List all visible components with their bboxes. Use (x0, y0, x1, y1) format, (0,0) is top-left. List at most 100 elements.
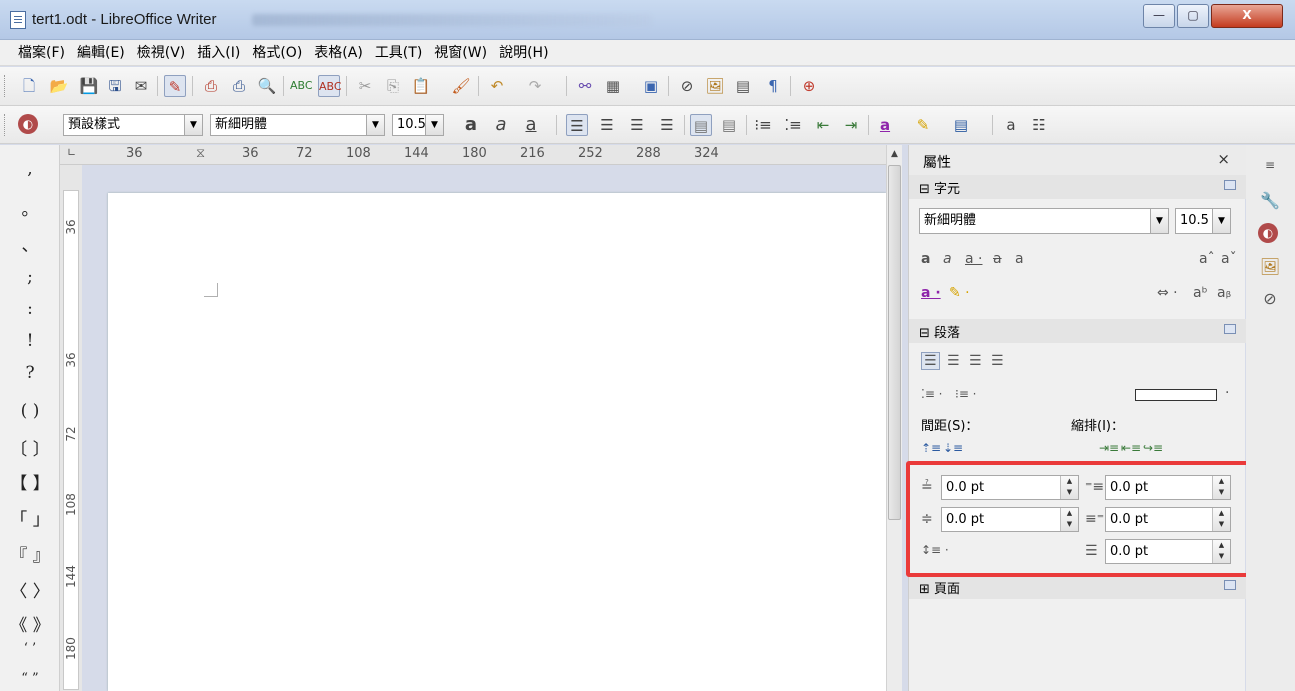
char-double-quotes[interactable]: “ ” (0, 671, 60, 686)
horizontal-ruler[interactable]: ∟ 36 ⧖ 36 72 108 144 180 216 252 288 324 (60, 145, 886, 165)
paste-icon[interactable]: 📋 (410, 75, 432, 97)
align-center-icon[interactable]: ☰ (596, 114, 618, 136)
font-name-combo[interactable]: 新細明體 ▼ (210, 114, 385, 136)
char-double-angle-brackets[interactable]: 《 》 (0, 611, 60, 636)
italic-icon[interactable]: a (490, 114, 512, 136)
decrease-indent-icon[interactable]: ⇤ (812, 114, 834, 136)
asian-phonetic-guide-icon[interactable]: a (1000, 114, 1022, 136)
sidebar-shadow-icon[interactable]: a (1015, 251, 1024, 267)
gallery-tab-icon[interactable]: 🖼 (1258, 255, 1282, 279)
increase-font-size-icon[interactable]: aˆ (1199, 251, 1215, 267)
properties-wrench-icon[interactable]: 🔧 (1258, 189, 1282, 213)
chevron-down-icon[interactable]: ▼ (1212, 209, 1230, 233)
copy-icon[interactable]: ⎘ (382, 75, 404, 97)
decrease-spacing-icon[interactable]: ⇣≡ (943, 441, 963, 455)
menu-view[interactable]: 檢視(V) (131, 40, 192, 66)
sidebar-strikethrough-icon[interactable]: a (993, 251, 1002, 267)
bold-icon[interactable]: a (460, 114, 482, 136)
vertical-ruler[interactable]: 36 36 72 108 144 180 (60, 165, 82, 691)
char-exclamation[interactable]: ! (0, 331, 60, 351)
document-page[interactable] (108, 193, 886, 691)
sidebar-justify-icon[interactable]: ☰ (991, 353, 1004, 369)
scroll-up-icon[interactable]: ▲ (887, 145, 902, 163)
menu-help[interactable]: 說明(H) (493, 40, 554, 66)
navigator-icon[interactable]: ⊘ (676, 75, 698, 97)
paragraph-background-swatch[interactable] (1135, 389, 1217, 401)
sidebar-align-right-icon[interactable]: ☰ (969, 353, 982, 369)
save-as-icon[interactable]: 🖫 (104, 75, 126, 97)
more-options-icon[interactable] (1224, 180, 1236, 190)
more-options-icon[interactable] (1224, 324, 1236, 334)
cut-icon[interactable]: ✂ (354, 75, 376, 97)
sidebar-decrease-indent-icon[interactable]: ⇤≡ (1121, 441, 1141, 455)
char-single-quotes[interactable]: ‘ ’ (0, 641, 60, 656)
chevron-down-icon[interactable]: ▼ (184, 115, 202, 135)
hanging-indent-icon[interactable]: ↪≡ (1143, 441, 1163, 455)
numbering-icon[interactable]: ⁝≡ (752, 114, 774, 136)
paragraph-panel-header[interactable]: ⊟ 段落 (909, 319, 1246, 343)
hyperlink-icon[interactable]: ⚯ (574, 75, 596, 97)
sidebar-font-color-icon[interactable]: a · (921, 285, 941, 301)
indent-marker-icon[interactable]: ⧖ (196, 146, 205, 161)
text-boundaries-icon[interactable]: ▤ (690, 114, 712, 136)
close-button[interactable]: X (1211, 4, 1283, 28)
gallery-icon[interactable]: 🖼 (704, 75, 726, 97)
char-parentheses[interactable]: ( ) (0, 401, 60, 421)
char-tortoise-brackets[interactable]: 〔 〕 (0, 435, 60, 460)
menu-edit[interactable]: 編輯(E) (71, 40, 131, 66)
menu-file[interactable]: 檔案(F) (12, 40, 71, 66)
menu-format[interactable]: 格式(O) (246, 40, 308, 66)
character-spacing-icon[interactable]: ⇔ · (1157, 285, 1178, 301)
sidebar-align-center-icon[interactable]: ☰ (947, 353, 960, 369)
sidebar-italic-icon[interactable]: a (943, 251, 952, 267)
undo-icon[interactable]: ↶ (486, 75, 508, 97)
bullets-icon[interactable]: ⁚≡ (782, 114, 804, 136)
spellcheck-icon[interactable]: ABC (290, 75, 313, 97)
char-corner-brackets[interactable]: 「 」 (0, 505, 60, 530)
font-size-combo[interactable]: 10.5 ▼ (392, 114, 444, 136)
justify-icon[interactable]: ☰ (656, 114, 678, 136)
sidebar-font-size-combo[interactable]: 10.5 ▼ (1175, 208, 1231, 234)
char-angle-brackets[interactable]: 〈 〉 (0, 577, 60, 602)
data-sources-icon[interactable]: ▤ (732, 75, 754, 97)
char-lenticular-brackets[interactable]: 【 】 (0, 469, 60, 494)
character-panel-header[interactable]: ⊟ 字元 (909, 175, 1246, 199)
export-pdf-icon[interactable]: ⎙ (200, 75, 222, 97)
increase-spacing-icon[interactable]: ⇡≡ (921, 441, 941, 455)
paragraph-style-combo[interactable]: 預設樣式 ▼ (63, 114, 203, 136)
page-panel-header[interactable]: ⊞ 頁面 (909, 575, 1246, 599)
tab-stop-left-icon[interactable]: ∟ (67, 146, 76, 159)
sidebar-bold-icon[interactable]: a (921, 251, 930, 267)
image-icon[interactable]: ▣ (640, 75, 662, 97)
menu-insert[interactable]: 插入(I) (191, 40, 246, 66)
edit-mode-icon[interactable]: ✎ (164, 75, 186, 97)
sidebar-close-button[interactable]: × (1217, 150, 1230, 168)
minimize-button[interactable]: — (1143, 4, 1175, 28)
subscript-icon[interactable]: aᵦ (1217, 285, 1231, 301)
char-colon[interactable]: : (0, 299, 60, 319)
scrollbar-thumb[interactable] (888, 165, 901, 520)
underline-icon[interactable]: a (520, 114, 542, 136)
font-color-icon[interactable]: a (874, 114, 896, 136)
chevron-down-icon[interactable]: ▼ (366, 115, 384, 135)
char-semicolon[interactable]: ; (0, 267, 60, 287)
superscript-icon[interactable]: aᵇ (1193, 285, 1208, 301)
sidebar-increase-indent-icon[interactable]: ⇥≡ (1099, 441, 1119, 455)
sidebar-font-name-combo[interactable]: 新細明體 ▼ (919, 208, 1169, 234)
formatting-marks-icon[interactable]: ¶ (762, 75, 784, 97)
auto-spellcheck-icon[interactable]: ABC (318, 75, 342, 97)
sidebar-numbering-icon[interactable]: ⁝≡ · (955, 387, 977, 401)
sidebar-underline-icon[interactable]: a · (965, 251, 982, 267)
styles-formatting-icon[interactable]: ◐ (18, 114, 38, 134)
print-preview-icon[interactable]: 🔍 (256, 75, 278, 97)
new-document-icon[interactable]: 🗋 (18, 75, 40, 97)
menu-table[interactable]: 表格(A) (308, 40, 369, 66)
background-color-icon[interactable]: ▤ (950, 114, 972, 136)
help-icon[interactable]: ⊕ (798, 75, 820, 97)
text-frame-icon[interactable]: ▤ (718, 114, 740, 136)
styles-tab-icon[interactable]: ◐ (1258, 223, 1278, 243)
sidebar-align-left-icon[interactable]: ☰ (921, 352, 940, 370)
increase-indent-icon[interactable]: ⇥ (840, 114, 862, 136)
menu-tools[interactable]: 工具(T) (369, 40, 428, 66)
chevron-down-icon[interactable]: · (1225, 385, 1229, 401)
